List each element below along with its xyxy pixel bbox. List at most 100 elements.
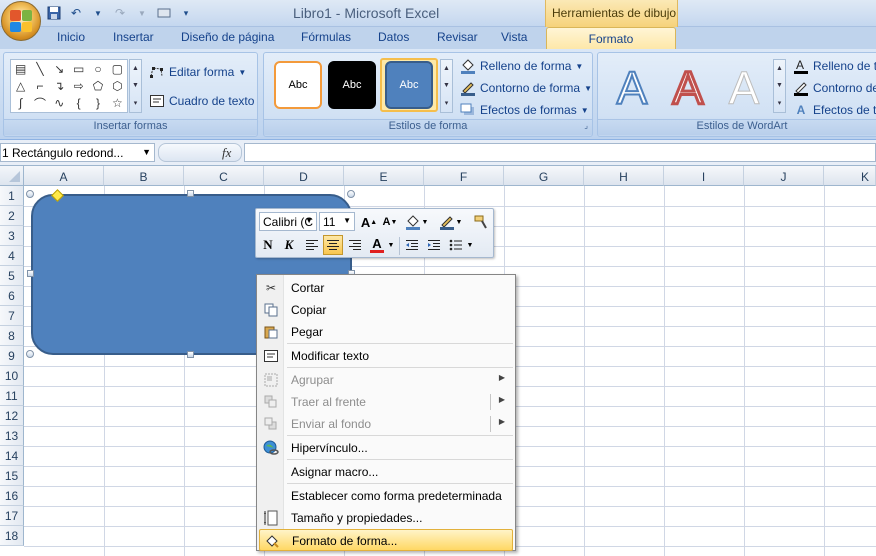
resize-handle-top[interactable] — [187, 190, 194, 197]
wordart-style-2[interactable]: A — [662, 61, 714, 116]
font-size-combo[interactable]: 11 ▼ — [319, 212, 355, 231]
resize-handle-left[interactable] — [27, 270, 34, 277]
column-header-b[interactable]: B — [104, 166, 184, 186]
screen-icon[interactable] — [156, 5, 172, 21]
column-header-f[interactable]: F — [424, 166, 504, 186]
edit-shape-button[interactable]: Editar forma ▼ — [149, 65, 246, 79]
chevron-down-icon[interactable]: ▼ — [142, 147, 151, 157]
grow-font-icon[interactable]: A ▲ — [359, 212, 379, 232]
chevron-down-icon[interactable]: ▼ — [386, 235, 396, 255]
shape-style-3[interactable]: Abc — [385, 61, 433, 109]
tab-formato[interactable]: Formato — [546, 27, 676, 50]
bullets-icon[interactable] — [446, 235, 466, 255]
select-all-corner[interactable] — [0, 166, 24, 186]
save-icon[interactable] — [46, 5, 62, 21]
row-header-5[interactable]: 5 — [0, 266, 24, 286]
undo-dropdown-icon[interactable]: ▼ — [90, 5, 106, 21]
elbow-connector-shape-icon[interactable]: ⌐ — [36, 79, 43, 93]
menu-item-group[interactable]: Agrupar ▶ — [259, 369, 513, 391]
arrow-line-shape-icon[interactable]: ↘ — [54, 62, 64, 76]
curve-shape-icon[interactable]: ∿ — [54, 96, 64, 110]
shape-outline-button[interactable]: Contorno de forma ▼ — [460, 81, 592, 96]
name-box[interactable]: 1 Rectángulo redond... ▼ — [0, 143, 155, 162]
row-header-13[interactable]: 13 — [0, 426, 24, 446]
row-header-12[interactable]: 12 — [0, 406, 24, 426]
menu-item-copy[interactable]: Copiar — [259, 299, 513, 321]
italic-button[interactable]: K — [279, 235, 299, 255]
shrink-font-icon[interactable]: A ▼ — [380, 212, 400, 232]
column-header-h[interactable]: H — [584, 166, 664, 186]
shape-style-2[interactable]: Abc — [328, 61, 376, 109]
column-header-j[interactable]: J — [744, 166, 824, 186]
textbox-shape-icon[interactable]: ▤ — [15, 62, 26, 76]
format-painter-icon[interactable] — [471, 212, 491, 232]
oval-shape-icon[interactable]: ○ — [94, 62, 101, 76]
office-button[interactable] — [1, 1, 41, 41]
resize-handle-top-right[interactable] — [347, 190, 355, 198]
hexagon-shape-icon[interactable]: ⬡ — [112, 79, 122, 93]
tab-inicio[interactable]: Inicio — [57, 30, 85, 44]
rectangle-shape-icon[interactable]: ▭ — [73, 62, 84, 76]
shapes-gallery[interactable]: ▤ ╲ ↘ ▭ ○ ▢ △ ⌐ ↴ ⇨ ⬠ ⬡ ∫ ⌒ ∿ { } ☆ — [10, 59, 128, 113]
shapes-gallery-scroll[interactable]: ▲ ▼ ▾ — [129, 59, 142, 113]
right-brace-shape-icon[interactable]: } — [96, 96, 100, 110]
star-shape-icon[interactable]: ☆ — [112, 96, 123, 110]
chevron-down-icon[interactable]: ▼ — [420, 212, 430, 232]
arc-shape-icon[interactable]: ⌒ — [34, 95, 46, 112]
text-outline-button[interactable]: Contorno de — [793, 81, 876, 96]
column-header-k[interactable]: K — [824, 166, 876, 186]
align-center-icon[interactable] — [323, 235, 343, 255]
wordart-styles-scroll[interactable]: ▲ ▼ ▾ — [773, 59, 786, 113]
row-header-7[interactable]: 7 — [0, 306, 24, 326]
tab-diseno-pagina[interactable]: Diseño de página — [181, 30, 274, 44]
text-box-button[interactable]: Cuadro de texto — [149, 94, 254, 108]
rounded-rect-shape-icon[interactable]: ▢ — [112, 62, 123, 76]
row-header-10[interactable]: 10 — [0, 366, 24, 386]
formula-input[interactable] — [244, 143, 876, 162]
menu-item-format-shape[interactable]: Formato de forma... — [259, 529, 513, 551]
menu-item-send-to-back[interactable]: Enviar al fondo ▶ — [259, 413, 513, 435]
shape-effects-button[interactable]: Efectos de formas ▼ — [460, 103, 589, 117]
column-header-d[interactable]: D — [264, 166, 344, 186]
tab-vista[interactable]: Vista — [501, 30, 527, 44]
row-header-16[interactable]: 16 — [0, 486, 24, 506]
redo-dropdown-icon[interactable]: ▼ — [134, 5, 150, 21]
column-header-i[interactable]: I — [664, 166, 744, 186]
left-brace-shape-icon[interactable]: { — [77, 96, 81, 110]
chevron-down-icon[interactable]: ▼ — [454, 212, 464, 232]
customize-qat-icon[interactable]: ▾ — [178, 5, 194, 21]
menu-item-size-properties[interactable]: Tamaño y propiedades... — [259, 507, 513, 529]
menu-item-cut[interactable]: ✂ Cortar — [259, 277, 513, 299]
insert-function-button[interactable]: fx — [222, 145, 231, 161]
column-header-e[interactable]: E — [344, 166, 424, 186]
row-header-4[interactable]: 4 — [0, 246, 24, 266]
column-header-c[interactable]: C — [184, 166, 264, 186]
wordart-style-3[interactable]: A — [718, 62, 770, 115]
elbow-arrow-shape-icon[interactable]: ↴ — [54, 79, 64, 93]
row-header-17[interactable]: 17 — [0, 506, 24, 526]
align-right-icon[interactable] — [345, 235, 365, 255]
row-header-3[interactable]: 3 — [0, 226, 24, 246]
row-header-1[interactable]: 1 — [0, 186, 24, 206]
text-fill-button[interactable]: A Relleno de te — [793, 58, 876, 74]
font-color-icon[interactable]: A — [367, 235, 387, 255]
row-header-8[interactable]: 8 — [0, 326, 24, 346]
row-header-15[interactable]: 15 — [0, 466, 24, 486]
block-arrow-shape-icon[interactable]: ⇨ — [74, 79, 84, 93]
menu-item-hyperlink[interactable]: Hipervínculo... — [259, 437, 513, 459]
tab-datos[interactable]: Datos — [378, 30, 409, 44]
text-effects-button[interactable]: A Efectos de te — [793, 103, 876, 117]
shape-style-1[interactable]: Abc — [274, 61, 322, 109]
bold-button[interactable]: N — [258, 235, 278, 255]
dialog-launcher-icon[interactable]: ⌟ — [584, 121, 588, 130]
column-header-g[interactable]: G — [504, 166, 584, 186]
triangle-shape-icon[interactable]: △ — [16, 79, 25, 93]
row-header-18[interactable]: 18 — [0, 526, 24, 546]
tab-revisar[interactable]: Revisar — [437, 30, 478, 44]
row-header-9[interactable]: 9 — [0, 346, 24, 366]
menu-item-assign-macro[interactable]: Asignar macro... — [259, 461, 513, 483]
resize-handle-bottom-left[interactable] — [26, 350, 34, 358]
tab-formulas[interactable]: Fórmulas — [301, 30, 351, 44]
wordart-style-1[interactable]: A — [606, 61, 658, 115]
increase-indent-icon[interactable] — [424, 235, 444, 255]
